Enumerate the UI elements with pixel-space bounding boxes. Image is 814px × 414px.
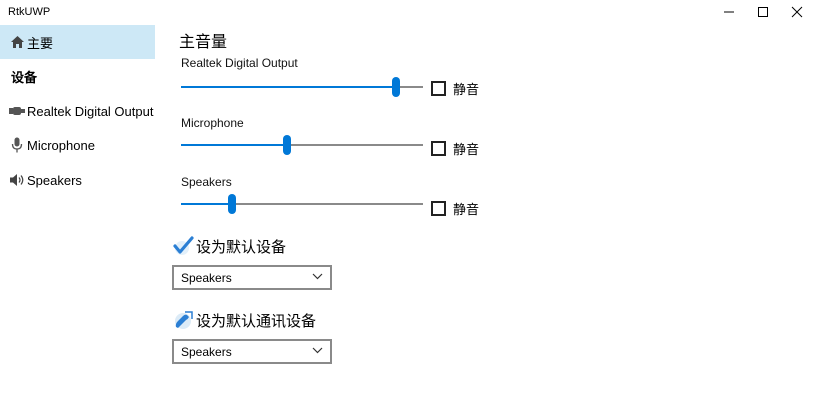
volume-slider-microphone[interactable]	[181, 135, 423, 155]
app-title: RtkUWP	[8, 6, 51, 18]
chevron-down-icon	[312, 273, 323, 280]
mute-checkbox-realtek-digital-output[interactable]: 静音	[431, 79, 479, 98]
volume-slider-speakers[interactable]	[181, 194, 423, 214]
checkmark-icon	[172, 235, 194, 257]
sidebar-item-label: Speakers	[27, 172, 82, 188]
mute-label: 静音	[453, 82, 480, 97]
chevron-down-icon	[312, 347, 323, 354]
sidebar-item-realtek-digital-output[interactable]: Realtek Digital Output	[0, 94, 155, 128]
mute-label: 静音	[453, 142, 480, 157]
page-title: 主音量	[179, 34, 228, 51]
slider-thumb[interactable]	[228, 194, 236, 214]
slider-fill	[181, 203, 232, 205]
volume-slider-realtek-digital-output[interactable]	[181, 77, 423, 97]
sidebar-section-label: 设备	[11, 69, 38, 85]
checkbox-box[interactable]	[431, 141, 446, 156]
mute-checkbox-microphone[interactable]: 静音	[431, 139, 479, 158]
default-device-heading: 设为默认设备	[172, 235, 286, 257]
microphone-icon	[9, 137, 25, 153]
sidebar-section-devices: 设备	[0, 59, 155, 93]
minimize-icon	[724, 11, 734, 13]
mute-label: 静音	[453, 202, 480, 217]
mute-checkbox-speakers[interactable]: 静音	[431, 199, 479, 218]
sidebar-item-home[interactable]: 主要	[0, 25, 155, 59]
home-icon	[9, 34, 25, 50]
checkbox-box[interactable]	[431, 81, 446, 96]
speaker-icon	[9, 172, 25, 188]
slider-fill	[181, 144, 287, 146]
default-comm-device-title: 设为默认通讯设备	[196, 312, 317, 330]
slider-thumb[interactable]	[392, 77, 400, 97]
device-label-microphone: Microphone	[181, 116, 244, 130]
close-icon	[791, 6, 803, 18]
phone-icon	[172, 309, 194, 331]
default-device-title: 设为默认设备	[196, 238, 287, 256]
close-button[interactable]	[780, 0, 814, 24]
sidebar-item-label: Microphone	[27, 137, 95, 153]
default-comm-device-selected: Speakers	[181, 344, 232, 359]
device-label-speakers: Speakers	[181, 175, 232, 189]
slider-thumb[interactable]	[283, 135, 291, 155]
default-device-selected: Speakers	[181, 270, 232, 285]
default-comm-device-heading: 设为默认通讯设备	[172, 309, 316, 331]
sidebar-item-speakers[interactable]: Speakers	[0, 163, 155, 197]
default-comm-device-dropdown[interactable]: Speakers	[172, 339, 332, 364]
title-bar: RtkUWP	[0, 0, 814, 24]
maximize-button[interactable]	[746, 0, 780, 24]
default-device-dropdown[interactable]: Speakers	[172, 265, 332, 290]
maximize-icon	[758, 7, 768, 17]
checkbox-box[interactable]	[431, 201, 446, 216]
sidebar-item-label: Realtek Digital Output	[27, 103, 154, 119]
sidebar-item-label: 主要	[27, 35, 54, 51]
sidebar: 主要 设备 Realtek Digital Output Microphone …	[0, 24, 155, 414]
digital-output-icon	[9, 103, 25, 119]
device-label-realtek-digital-output: Realtek Digital Output	[181, 56, 298, 70]
minimize-button[interactable]	[712, 0, 746, 24]
slider-fill	[181, 86, 396, 88]
sidebar-item-microphone[interactable]: Microphone	[0, 128, 155, 162]
